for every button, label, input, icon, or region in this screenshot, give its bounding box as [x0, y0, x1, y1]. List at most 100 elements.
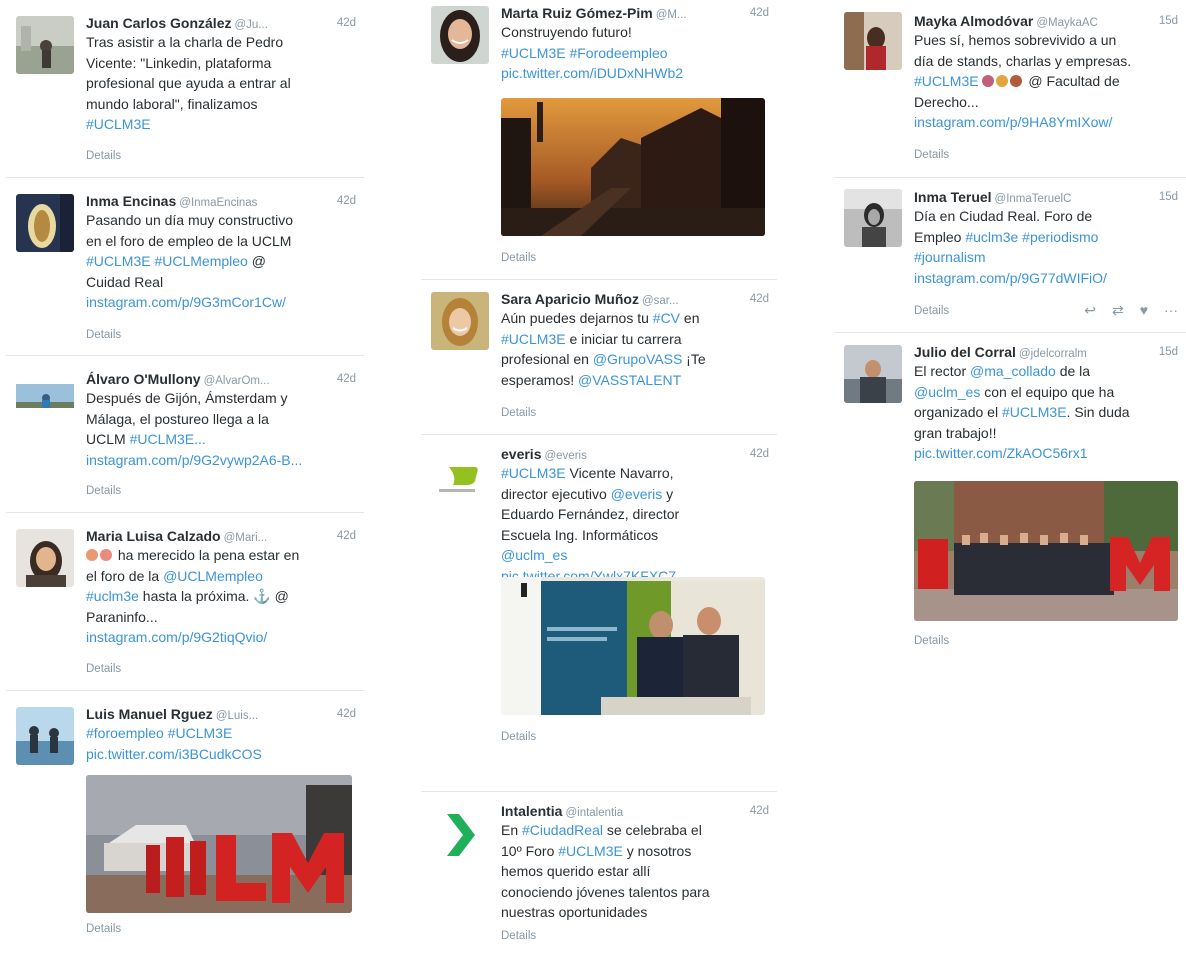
details-link[interactable]: Details	[501, 731, 536, 743]
instagram-link[interactable]: instagram.com/p/9G77dWIFiO/	[914, 270, 1107, 286]
author-name[interactable]: Intalentia	[501, 803, 562, 819]
tweet-time[interactable]: 42d	[330, 370, 356, 388]
author-name[interactable]: Luis Manuel Rguez	[86, 706, 213, 722]
pic-link[interactable]: pic.twitter.com/ZkAOC56rx1	[914, 445, 1088, 461]
avatar[interactable]	[431, 447, 489, 505]
hashtag-link[interactable]: #UCLM3E	[558, 843, 623, 859]
reply-icon[interactable]: ↩	[1084, 302, 1096, 319]
author-handle[interactable]: @Mari...	[224, 532, 268, 544]
tweet[interactable]: Julio del Corral @jdelcorralm 15d El rect…	[834, 333, 1186, 648]
author-name[interactable]: Marta Ruiz Gómez-Pim	[501, 5, 653, 21]
hashtag-link[interactable]: #UCLM3E	[1002, 404, 1067, 420]
author-handle[interactable]: @Luis...	[216, 710, 258, 722]
author-name[interactable]: Sara Aparicio Muñoz	[501, 291, 639, 307]
author-name[interactable]: Inma Encinas	[86, 193, 176, 209]
details-link[interactable]: Details	[501, 407, 536, 419]
author-handle[interactable]: @Ju...	[234, 19, 267, 31]
tweet-photo[interactable]	[86, 775, 352, 913]
avatar[interactable]	[844, 189, 902, 247]
hashtag-link[interactable]: #uclm3e	[86, 588, 139, 604]
details-link[interactable]: Details	[86, 663, 121, 675]
instagram-link[interactable]: instagram.com/p/9HA8YmIXow/	[914, 114, 1112, 130]
tweet[interactable]: Inma Encinas @InmaEncinas 42d Pasando un …	[6, 178, 364, 356]
details-link[interactable]: Details	[86, 485, 121, 497]
author-name[interactable]: Inma Teruel	[914, 189, 992, 205]
author-name[interactable]: everis	[501, 446, 541, 462]
author-name[interactable]: Juan Carlos González	[86, 15, 231, 31]
avatar[interactable]	[431, 292, 489, 350]
details-link[interactable]: Details	[914, 635, 949, 647]
details-link[interactable]: Details	[501, 252, 536, 264]
author-handle[interactable]: @MaykaAC	[1036, 17, 1098, 29]
retweet-icon[interactable]: ⇄	[1112, 302, 1124, 319]
tweet-time[interactable]: 15d	[1152, 12, 1178, 30]
tweet-time[interactable]: 42d	[330, 14, 356, 32]
tweet[interactable]: Luis Manuel Rguez @Luis... 42d #foroemple…	[6, 691, 364, 959]
avatar[interactable]	[431, 806, 489, 864]
author-handle[interactable]: @AlvarOm...	[204, 375, 270, 387]
author-handle[interactable]: @everis	[544, 450, 586, 462]
avatar[interactable]	[431, 6, 489, 64]
author-name[interactable]: Álvaro O'Mullony	[86, 371, 201, 387]
details-link[interactable]: Details	[501, 930, 536, 942]
more-icon[interactable]: ···	[1164, 302, 1178, 319]
mention-link[interactable]: @uclm_es	[501, 547, 567, 563]
avatar[interactable]	[844, 345, 902, 403]
tweet[interactable]: Inma Teruel @InmaTeruelC 15d Día en Ciuda…	[834, 178, 1186, 333]
hashtag-link[interactable]: #foroempleo #UCLM3E	[86, 725, 232, 741]
tweet-photo[interactable]	[914, 481, 1178, 621]
mention-link[interactable]: @GrupoVASS	[593, 351, 682, 367]
pic-link[interactable]: pic.twitter.com/iDUDxNHWb2	[501, 65, 683, 81]
hashtag-link[interactable]: #uclm3e #periodismo	[965, 229, 1098, 245]
details-link[interactable]: Details	[86, 329, 121, 341]
tweet-photo[interactable]	[501, 577, 765, 715]
mention-link[interactable]: @UCLMempleo	[163, 568, 263, 584]
avatar[interactable]	[16, 194, 74, 252]
hashtag-link[interactable]: #UCLM3E	[86, 116, 151, 132]
tweet-time[interactable]: 42d	[743, 4, 769, 22]
like-icon[interactable]: ♥	[1140, 302, 1148, 319]
author-handle[interactable]: @InmaEncinas	[179, 197, 257, 209]
avatar[interactable]	[16, 16, 74, 74]
tweet-time[interactable]: 42d	[743, 802, 769, 820]
tweet-time[interactable]: 15d	[1152, 343, 1178, 361]
avatar[interactable]	[844, 12, 902, 70]
author-name[interactable]: Maria Luisa Calzado	[86, 528, 221, 544]
hashtag-link[interactable]: #UCLM3E #UCLMempleo	[86, 253, 248, 269]
hashtag-link[interactable]: #journalism	[914, 249, 986, 265]
tweet-time[interactable]: 42d	[743, 290, 769, 308]
hashtag-link[interactable]: #CiudadReal	[522, 822, 603, 838]
author-handle[interactable]: @jdelcorralm	[1019, 348, 1087, 360]
details-link[interactable]: Details	[86, 923, 121, 935]
instagram-link[interactable]: instagram.com/p/9G3mCor1Cw/	[86, 294, 286, 310]
tweet-time[interactable]: 42d	[743, 445, 769, 463]
tweet-photo[interactable]	[501, 98, 765, 236]
tweet[interactable]: Juan Carlos González @Ju... 42d Tras asis…	[6, 0, 364, 178]
hashtag-link[interactable]: #UCLM3E #Forodeempleo	[501, 45, 668, 61]
instagram-link[interactable]: instagram.com/p/9G2vywp2A6-B...	[86, 452, 302, 468]
avatar[interactable]	[16, 372, 74, 430]
tweet[interactable]: Maria Luisa Calzado @Mari... 42d ha merec…	[6, 513, 364, 691]
author-handle[interactable]: @intalentia	[565, 807, 623, 819]
mention-link[interactable]: @VASSTALENT	[578, 372, 681, 388]
pic-link[interactable]: pic.twitter.com/i3BCudkCOS	[86, 746, 262, 762]
tweet[interactable]: Intalentia @intalentia 42d En #CiudadReal…	[421, 792, 777, 959]
author-name[interactable]: Mayka Almodóvar	[914, 13, 1033, 29]
instagram-link[interactable]: instagram.com/p/9G2tiqQvio/	[86, 629, 267, 645]
hashtag-link[interactable]: #UCLM3E...	[130, 431, 206, 447]
mention-link[interactable]: @everis	[611, 486, 663, 502]
author-handle[interactable]: @InmaTeruelC	[995, 193, 1072, 205]
author-handle[interactable]: @M...	[656, 9, 687, 21]
author-handle[interactable]: @sar...	[642, 295, 679, 307]
hashtag-link[interactable]: #UCLM3E	[501, 465, 566, 481]
mention-link[interactable]: @uclm_es	[914, 384, 980, 400]
details-link[interactable]: Details	[914, 305, 949, 317]
avatar[interactable]	[16, 529, 74, 587]
tweet[interactable]: Mayka Almodóvar @MaykaAC 15d Pues sí, hem…	[834, 0, 1186, 178]
hashtag-link[interactable]: #CV	[653, 310, 680, 326]
tweet-time[interactable]: 42d	[330, 192, 356, 210]
tweet-time[interactable]: 42d	[330, 527, 356, 545]
tweet-time[interactable]: 15d	[1152, 188, 1178, 206]
hashtag-link[interactable]: #UCLM3E	[914, 73, 979, 89]
author-name[interactable]: Julio del Corral	[914, 344, 1016, 360]
